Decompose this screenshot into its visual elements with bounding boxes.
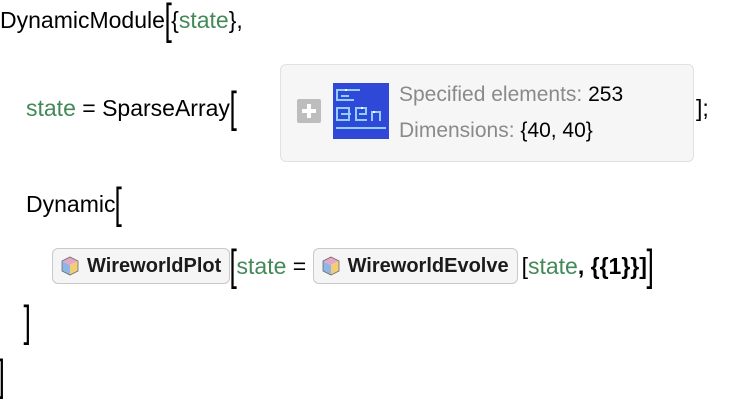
code-line-4: WireworldPlot [ state = WireworldEvolve … — [52, 241, 654, 290]
brace-open: { — [171, 7, 179, 33]
dynamicmodule-close-bracket: ] — [0, 354, 5, 398]
brace-close-comma: }, — [228, 7, 243, 33]
sparsearray-summary-box[interactable]: Specified elements: 253 Dimensions: {40,… — [280, 64, 694, 162]
close-bracket: ] — [646, 241, 654, 290]
code-line-2: state = SparseArray [ — [26, 83, 237, 132]
dynamicmodule-keyword: DynamicModule — [0, 7, 165, 33]
sparsearray-keyword: SparseArray — [102, 95, 230, 121]
step-argument: , {{1}}] — [577, 253, 647, 279]
local-variable-state: state — [178, 7, 229, 33]
state-assignment-target: state — [26, 95, 76, 121]
dimensions-label: Dimensions: — [399, 119, 515, 142]
open-bracket: [ — [164, 0, 172, 44]
equals-sign: = — [75, 95, 103, 121]
sparsearray-close: ]; — [696, 88, 709, 128]
dynamic-close-bracket: ] — [23, 297, 31, 346]
code-line-1: DynamicModule [ { state }, — [0, 0, 243, 44]
specified-elements-label: Specified elements: — [399, 83, 583, 106]
code-line-6: ] — [0, 354, 5, 398]
state-argument: state — [527, 253, 578, 279]
wireworldplot-function-chip[interactable]: WireworldPlot — [52, 248, 231, 284]
open-bracket: [ — [229, 241, 238, 290]
dynamic-keyword: Dynamic — [26, 191, 116, 217]
equals-sign: = — [286, 253, 313, 279]
code-line-3: Dynamic [ — [26, 179, 123, 228]
specified-elements-value: 253 — [588, 83, 624, 106]
resource-cube-icon — [322, 256, 340, 276]
wireworld-thumbnail-image — [333, 83, 389, 139]
wireworldplot-label: WireworldPlot — [87, 255, 222, 277]
code-line-5: ] — [23, 297, 31, 346]
open-bracket: [ — [229, 83, 237, 132]
open-bracket: [ — [114, 179, 123, 228]
close-bracket-semicolon: ]; — [696, 95, 709, 121]
dimensions-value: {40, 40} — [520, 119, 593, 142]
specified-elements-row: Specified elements: 253 — [399, 82, 623, 108]
wireworldevolve-function-chip[interactable]: WireworldEvolve — [312, 248, 518, 284]
wireworldevolve-label: WireworldEvolve — [347, 255, 509, 277]
resource-cube-icon — [61, 256, 79, 276]
state-variable: state — [236, 253, 287, 279]
sparsearray-thumbnail — [333, 83, 389, 139]
plus-icon[interactable] — [297, 99, 321, 123]
dimensions-row: Dimensions: {40, 40} — [399, 118, 593, 144]
